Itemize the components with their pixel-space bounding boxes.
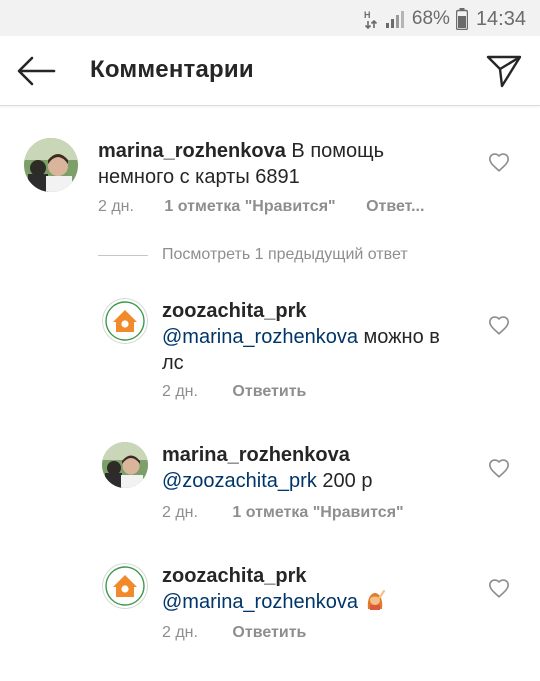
reply-meta: 2 дн. 1 отметка "Нравится" <box>162 504 404 522</box>
reply-meta: 2 дн. Ответить <box>162 624 306 642</box>
reply-text: marina_rozhenkova @zoozachita_prk 200 р <box>162 442 462 494</box>
data-transfer-icon: H <box>364 9 378 29</box>
girl-raising-hand-emoji <box>364 589 386 618</box>
comment-meta: 2 дн. 1 отметка "Нравится" Ответ... <box>98 198 424 216</box>
reply-username[interactable]: marina_rozhenkova <box>162 444 350 466</box>
reply-username[interactable]: zoozachita_prk <box>162 300 306 322</box>
reply-text: zoozachita_prk @marina_rozhenkova <box>162 563 462 618</box>
clock: 14:34 <box>475 7 526 30</box>
like-button[interactable] <box>488 578 510 600</box>
page-title: Комментарии <box>90 56 254 83</box>
heart-icon <box>489 153 509 172</box>
status-indicators: H 68% 14:34 <box>364 7 526 31</box>
reply-time: 2 дн. <box>162 624 198 641</box>
mention-link[interactable]: @marina_rozhenkova <box>162 326 358 348</box>
heart-icon <box>489 579 509 598</box>
mention-link[interactable]: @zoozachita_prk <box>162 470 317 492</box>
back-button[interactable] <box>16 54 56 88</box>
battery-percent: 68% <box>411 8 450 29</box>
divider-line <box>98 254 148 256</box>
reply-text: zoozachita_prk @marina_rozhenkova можно … <box>162 298 462 376</box>
like-button[interactable] <box>488 458 510 480</box>
comment-text: marina_rozhenkova В помощь немного с кар… <box>98 138 428 190</box>
reply-username[interactable]: zoozachita_prk <box>162 565 306 587</box>
reply-body: 200 р <box>322 470 373 492</box>
avatar[interactable] <box>102 298 148 344</box>
status-bar: H 68% 14:34 <box>0 0 540 36</box>
arrow-left-icon <box>17 56 56 86</box>
like-button[interactable] <box>488 152 510 174</box>
avatar[interactable] <box>102 442 148 488</box>
avatar[interactable] <box>102 563 148 609</box>
reply-link[interactable]: Ответить <box>232 624 306 642</box>
likes-count-link[interactable]: 1 отметка "Нравится" <box>232 504 403 522</box>
heart-icon <box>489 316 509 335</box>
comment-username[interactable]: marina_rozhenkova <box>98 140 286 162</box>
comment-time: 2 дн. <box>98 198 134 215</box>
reply-meta: 2 дн. Ответить <box>162 383 306 401</box>
avatar[interactable] <box>24 138 78 192</box>
reply-time: 2 дн. <box>162 504 198 521</box>
battery-icon <box>455 8 468 30</box>
like-button[interactable] <box>488 315 510 337</box>
app-header: Комментарии <box>0 36 540 106</box>
mention-link[interactable]: @marina_rozhenkova <box>162 591 358 613</box>
share-button[interactable] <box>486 53 522 89</box>
heart-icon <box>489 459 509 478</box>
likes-count-link[interactable]: 1 отметка "Нравится" <box>164 198 335 216</box>
paper-plane-icon <box>486 55 522 88</box>
reply-time: 2 дн. <box>162 383 198 400</box>
view-previous-label: Посмотреть 1 предыдущий ответ <box>162 246 408 263</box>
svg-text:H: H <box>364 10 371 20</box>
view-previous-replies[interactable]: Посмотреть 1 предыдущий ответ <box>98 246 408 264</box>
signal-icon <box>384 9 406 29</box>
reply-link[interactable]: Ответ... <box>366 198 424 216</box>
reply-link[interactable]: Ответить <box>232 383 306 401</box>
